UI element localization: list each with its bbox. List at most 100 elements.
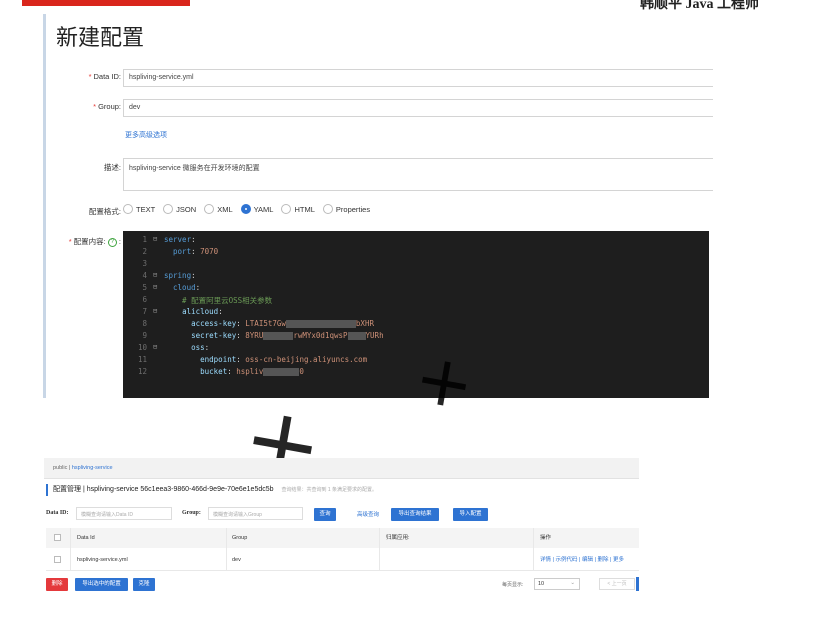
code-text: spring: — [164, 271, 196, 280]
line-number: 7 — [142, 307, 147, 316]
line-number: 8 — [142, 319, 147, 328]
radio-dot-icon — [281, 204, 292, 214]
prev-page-button[interactable]: < 上一页 — [599, 578, 635, 590]
line-number: 2 — [142, 247, 147, 256]
code-text: access-key: LTAI5t7Gw bXHR — [191, 319, 374, 328]
code-line: 2 port: 7070 — [123, 247, 709, 259]
format-radio-yaml[interactable]: YAML — [240, 204, 273, 214]
page-size-select[interactable]: 10 ⌄ — [534, 578, 580, 590]
radio-dot-icon — [123, 204, 133, 214]
code-line: 8 access-key: LTAI5t7Gw bXHR — [123, 319, 709, 331]
line-number: 5 — [142, 283, 147, 292]
code-line: 4 ⊟ spring: — [123, 271, 709, 283]
line-number: 12 — [137, 367, 147, 376]
col-data-id: Data Id — [77, 535, 95, 541]
format-radio-text[interactable]: TEXT — [123, 204, 155, 214]
redaction-mask — [263, 368, 300, 376]
row-operations: 详情 | 示例代码 | 编辑 | 删除 | 更多 — [540, 549, 624, 571]
list-title: 配置管理 | hspliving-service 56c1eea3-9860-4… — [46, 484, 377, 496]
radio-dot-icon — [163, 204, 174, 214]
filter-bar: Data ID: 模糊查询请输入Data ID Group: 模糊查询请输入Gr… — [46, 507, 639, 521]
code-line: 7 ⊟ alicloud: — [123, 307, 709, 319]
code-text: alicloud: — [182, 307, 223, 316]
row-ops-links[interactable]: 详情 | 示例代码 | 编辑 | 删除 | 更多 — [540, 557, 624, 563]
chevron-down-icon: ⌄ — [570, 580, 575, 586]
description-textarea[interactable]: hspliving-service 微服务在开发环境的配置 — [123, 158, 713, 191]
radio-label: XML — [217, 204, 233, 214]
line-number: 6 — [142, 295, 147, 304]
data-id-input[interactable]: hspliving-service.yml — [123, 69, 713, 87]
current-page-indicator[interactable] — [636, 577, 639, 591]
code-text: port: 7070 — [173, 247, 219, 256]
radio-dot-icon — [322, 204, 333, 214]
fold-toggle-icon[interactable]: ⊟ — [153, 283, 157, 291]
crumb-separator: | — [68, 465, 71, 471]
format-label: 配置格式: — [88, 207, 121, 216]
format-radio-xml[interactable]: XML — [204, 204, 233, 214]
query-result-tip: 查询结果：共查询到 1 条满足要求的配置。 — [281, 487, 378, 493]
line-number: 9 — [142, 331, 147, 340]
namespace-bar: public | hspliving-service — [44, 458, 639, 479]
top-banner — [22, 0, 190, 6]
more-options-link[interactable]: 更多高级选项 — [125, 130, 167, 140]
fold-toggle-icon[interactable]: ⊟ — [153, 307, 157, 315]
breadcrumb: public | hspliving-service — [53, 465, 113, 471]
filter-dataid-input[interactable]: 模糊查询请输入Data ID — [76, 507, 172, 520]
code-line: 6 # 配置阿里云OSS相关参数 — [123, 295, 709, 307]
import-config-button[interactable]: 导入配置 — [453, 508, 488, 521]
namespace-public[interactable]: public — [53, 465, 67, 471]
code-line: 5 ⊟ cloud: — [123, 283, 709, 295]
advanced-query-link[interactable]: 高级查询 — [357, 510, 379, 518]
export-query-button[interactable]: 导出查询结果 — [391, 508, 439, 521]
help-icon[interactable]: ? — [107, 237, 117, 247]
fold-toggle-icon[interactable]: ⊟ — [153, 271, 157, 279]
radio-label: HTML — [294, 204, 315, 214]
code-line: 1 ⊟ server: — [123, 235, 709, 247]
line-number: 3 — [142, 259, 147, 268]
delete-button[interactable]: 删除 — [46, 578, 68, 591]
group-label: * Group: — [93, 102, 121, 111]
bottom-bar: 删除 导出选中的配置 克隆 每页显示: 10 ⌄ < 上一页 — [46, 577, 639, 591]
fold-toggle-icon[interactable]: ⊟ — [153, 235, 157, 243]
format-radio-json[interactable]: JSON — [163, 204, 196, 214]
fold-toggle-icon[interactable]: ⊟ — [153, 343, 157, 351]
redaction-mask — [285, 320, 356, 328]
line-number: 1 — [142, 235, 147, 244]
redaction-mask — [263, 332, 294, 340]
clone-button[interactable]: 克隆 — [133, 578, 155, 591]
export-selected-button[interactable]: 导出选中的配置 — [75, 578, 128, 591]
format-radio-properties[interactable]: Properties — [322, 204, 370, 214]
format-radio-group: TEXT JSON XML YAML HTML Properties — [123, 204, 370, 214]
filter-group-label: Group: — [182, 510, 201, 516]
query-button[interactable]: 查询 — [314, 508, 336, 521]
col-ops: 操作 — [540, 535, 552, 541]
group-input[interactable]: dev — [123, 99, 713, 117]
content-label: * 配置内容: ? : — [68, 237, 121, 247]
col-app: 归属应用: — [386, 535, 410, 541]
format-radio-html[interactable]: HTML — [281, 204, 315, 214]
page-title: 新建配置 — [56, 25, 145, 50]
filter-group-input[interactable]: 模糊查询请输入Group — [208, 507, 303, 520]
description-label: 描述: — [103, 163, 121, 172]
row-group: dev — [232, 557, 241, 563]
code-line: 10 ⊟ oss: — [123, 343, 709, 355]
line-number: 10 — [137, 343, 147, 352]
code-text: secret-key: 8YRU rwMYx0d1qwsP YURh — [191, 331, 384, 340]
line-number: 4 — [142, 271, 147, 280]
code-text: bucket: hspliv 0 — [200, 367, 304, 376]
row-data-id: hspliving-service.yml — [77, 557, 128, 563]
code-text: server: — [164, 235, 196, 244]
config-list-panel: public | hspliving-service 配置管理 | hspliv… — [44, 458, 639, 594]
filter-dataid-label: Data ID: — [46, 510, 69, 516]
row-checkbox[interactable] — [54, 556, 61, 563]
radio-label: JSON — [176, 204, 197, 214]
page-size-value: 10 — [538, 581, 545, 587]
screenshot-page: 韩顺平 Java 工程师 新建配置 * Data ID: hspliving-se… — [0, 0, 814, 637]
code-text: endpoint: oss-cn-beijing.aliyuncs.com — [200, 355, 368, 364]
line-number: 11 — [137, 355, 147, 364]
select-all-checkbox[interactable] — [54, 534, 61, 541]
namespace-service-link[interactable]: hspliving-service — [72, 465, 113, 471]
code-line: 3 — [123, 259, 709, 271]
code-text: cloud: — [173, 283, 201, 292]
radio-dot-icon — [204, 204, 215, 214]
